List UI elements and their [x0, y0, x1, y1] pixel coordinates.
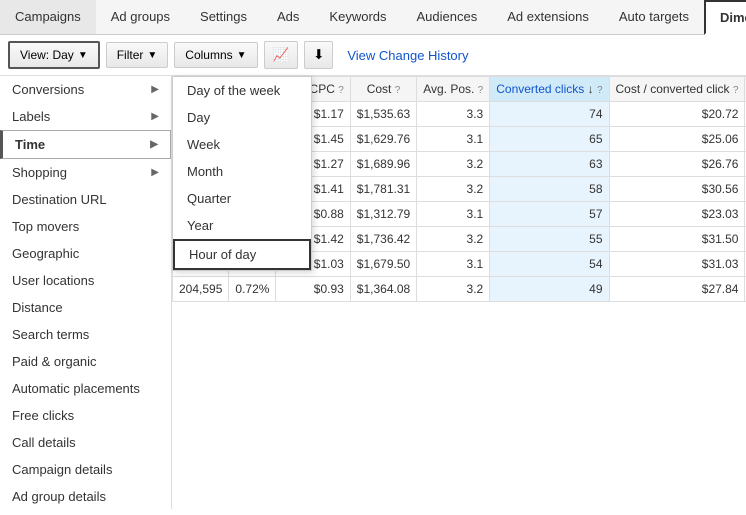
- sidebar-item-labels[interactable]: Labels ▶: [0, 103, 171, 130]
- nav-tabs: Campaigns Ad groups Settings Ads Keyword…: [0, 0, 746, 35]
- tab-ad-groups[interactable]: Ad groups: [96, 0, 185, 34]
- cell-avg-pos: 3.1: [417, 202, 490, 227]
- sidebar-item-top-movers[interactable]: Top movers: [0, 213, 171, 240]
- chevron-right-icon: ▶: [151, 167, 159, 178]
- submenu-day-of-week[interactable]: Day of the week: [173, 77, 311, 104]
- cell-ctr: 0.72%: [229, 277, 276, 302]
- cell-cost: $1,312.79: [350, 202, 416, 227]
- sidebar-item-conversions[interactable]: Conversions ▶: [0, 76, 171, 103]
- cell-cost: $1,364.08: [350, 277, 416, 302]
- chevron-right-icon: ▶: [150, 139, 158, 150]
- sidebar-item-distance[interactable]: Distance: [0, 294, 171, 321]
- cell-avg-pos: 3.1: [417, 127, 490, 152]
- cell-conv-clicks: 49: [490, 277, 609, 302]
- info-icon: ?: [733, 85, 739, 96]
- view-day-button[interactable]: View: Day ▼: [8, 41, 100, 69]
- cell-avg-pos: 3.2: [417, 277, 490, 302]
- cell-cost: $1,781.31: [350, 177, 416, 202]
- cell-cost: $1,689.96: [350, 152, 416, 177]
- chart-icon-button[interactable]: 📈: [264, 41, 299, 69]
- cell-cost-conv: $20.72: [609, 102, 745, 127]
- sidebar-item-ad-group-details[interactable]: Ad group details: [0, 483, 171, 509]
- cell-cost-conv: $23.03: [609, 202, 745, 227]
- cell-avg-pos: 3.1: [417, 252, 490, 277]
- time-submenu: Day of the week Day Week Month Quarter Y…: [172, 76, 312, 271]
- view-change-history-link[interactable]: View Change History: [347, 48, 468, 63]
- tab-campaigns[interactable]: Campaigns: [0, 0, 96, 34]
- cell-cost-conv: $30.56: [609, 177, 745, 202]
- sidebar-item-campaign-details[interactable]: Campaign details: [0, 456, 171, 483]
- cell-avg-pos: 3.2: [417, 227, 490, 252]
- cell-cost: $1,629.76: [350, 127, 416, 152]
- cell-cost-conv: $26.76: [609, 152, 745, 177]
- info-icon: ?: [395, 85, 401, 96]
- info-icon: ?: [597, 85, 603, 96]
- sidebar-item-call-details[interactable]: Call details: [0, 429, 171, 456]
- submenu-day[interactable]: Day: [173, 104, 311, 131]
- info-icon: ?: [478, 85, 484, 96]
- columns-dropdown-icon: ▼: [237, 50, 247, 61]
- cell-conv-clicks: 63: [490, 152, 609, 177]
- cell-cost-conv: $25.06: [609, 127, 745, 152]
- cell-conv-clicks: 55: [490, 227, 609, 252]
- sidebar-item-user-locations[interactable]: User locations: [0, 267, 171, 294]
- cell-cost: $1,535.63: [350, 102, 416, 127]
- tab-keywords[interactable]: Keywords: [314, 0, 401, 34]
- col-avg-pos[interactable]: Avg. Pos. ?: [417, 77, 490, 102]
- sidebar-item-destination-url[interactable]: Destination URL: [0, 186, 171, 213]
- cell-cost-conv: $31.03: [609, 252, 745, 277]
- cell-conv-clicks: 58: [490, 177, 609, 202]
- filter-dropdown-icon: ▼: [147, 50, 157, 61]
- cell-cost: $1,736.42: [350, 227, 416, 252]
- tab-settings[interactable]: Settings: [185, 0, 262, 34]
- filter-button[interactable]: Filter ▼: [106, 42, 169, 68]
- sidebar-item-free-clicks[interactable]: Free clicks: [0, 402, 171, 429]
- sidebar-item-automatic-placements[interactable]: Automatic placements: [0, 375, 171, 402]
- tab-audiences[interactable]: Audiences: [402, 0, 493, 34]
- cell-avg-pos: 3.2: [417, 152, 490, 177]
- sidebar-item-paid-organic[interactable]: Paid & organic: [0, 348, 171, 375]
- col-cost-conv-click[interactable]: Cost / converted click ?: [609, 77, 745, 102]
- cell-cost: $1,679.50: [350, 252, 416, 277]
- cell-impr: 204,595: [173, 277, 229, 302]
- submenu-quarter[interactable]: Quarter: [173, 185, 311, 212]
- download-icon-button[interactable]: ⬇: [304, 41, 333, 69]
- info-icon: ?: [338, 85, 344, 96]
- cell-avg-pos: 3.2: [417, 177, 490, 202]
- cell-cost-conv: $27.84: [609, 277, 745, 302]
- dropdown-arrow-icon: ▼: [78, 50, 88, 61]
- sort-down-icon: ↓: [588, 82, 594, 96]
- cell-avg-cpc: $0.93: [276, 277, 350, 302]
- col-cost[interactable]: Cost ?: [350, 77, 416, 102]
- cell-conv-clicks: 74: [490, 102, 609, 127]
- col-converted-clicks[interactable]: Converted clicks ↓ ?: [490, 77, 609, 102]
- chevron-right-icon: ▶: [151, 111, 159, 122]
- tab-dimensions[interactable]: Dimensions: [704, 0, 746, 35]
- sidebar-item-search-terms[interactable]: Search terms: [0, 321, 171, 348]
- sidebar-item-time[interactable]: Time ▶: [0, 130, 171, 159]
- submenu-hour-of-day[interactable]: Hour of day: [173, 239, 311, 270]
- chevron-right-icon: ▶: [151, 84, 159, 95]
- sidebar-item-shopping[interactable]: Shopping ▶: [0, 159, 171, 186]
- sidebar-item-geographic[interactable]: Geographic: [0, 240, 171, 267]
- toolbar: View: Day ▼ Filter ▼ Columns ▼ 📈 ⬇ View …: [0, 35, 746, 76]
- table-row: 204,5950.72%$0.93$1,364.083.249$27.84: [173, 277, 746, 302]
- main-content: Conversions ▶ Labels ▶ Time ▶ Shopping ▶…: [0, 76, 746, 509]
- tab-auto-targets[interactable]: Auto targets: [604, 0, 704, 34]
- cell-cost-conv: $31.50: [609, 227, 745, 252]
- submenu-month[interactable]: Month: [173, 158, 311, 185]
- cell-conv-clicks: 65: [490, 127, 609, 152]
- submenu-year[interactable]: Year: [173, 212, 311, 239]
- cell-conv-clicks: 57: [490, 202, 609, 227]
- cell-conv-clicks: 54: [490, 252, 609, 277]
- submenu-week[interactable]: Week: [173, 131, 311, 158]
- cell-avg-pos: 3.3: [417, 102, 490, 127]
- columns-button[interactable]: Columns ▼: [174, 42, 257, 68]
- sidebar-menu: Conversions ▶ Labels ▶ Time ▶ Shopping ▶…: [0, 76, 172, 509]
- tab-ads[interactable]: Ads: [262, 0, 314, 34]
- tab-ad-extensions[interactable]: Ad extensions: [492, 0, 604, 34]
